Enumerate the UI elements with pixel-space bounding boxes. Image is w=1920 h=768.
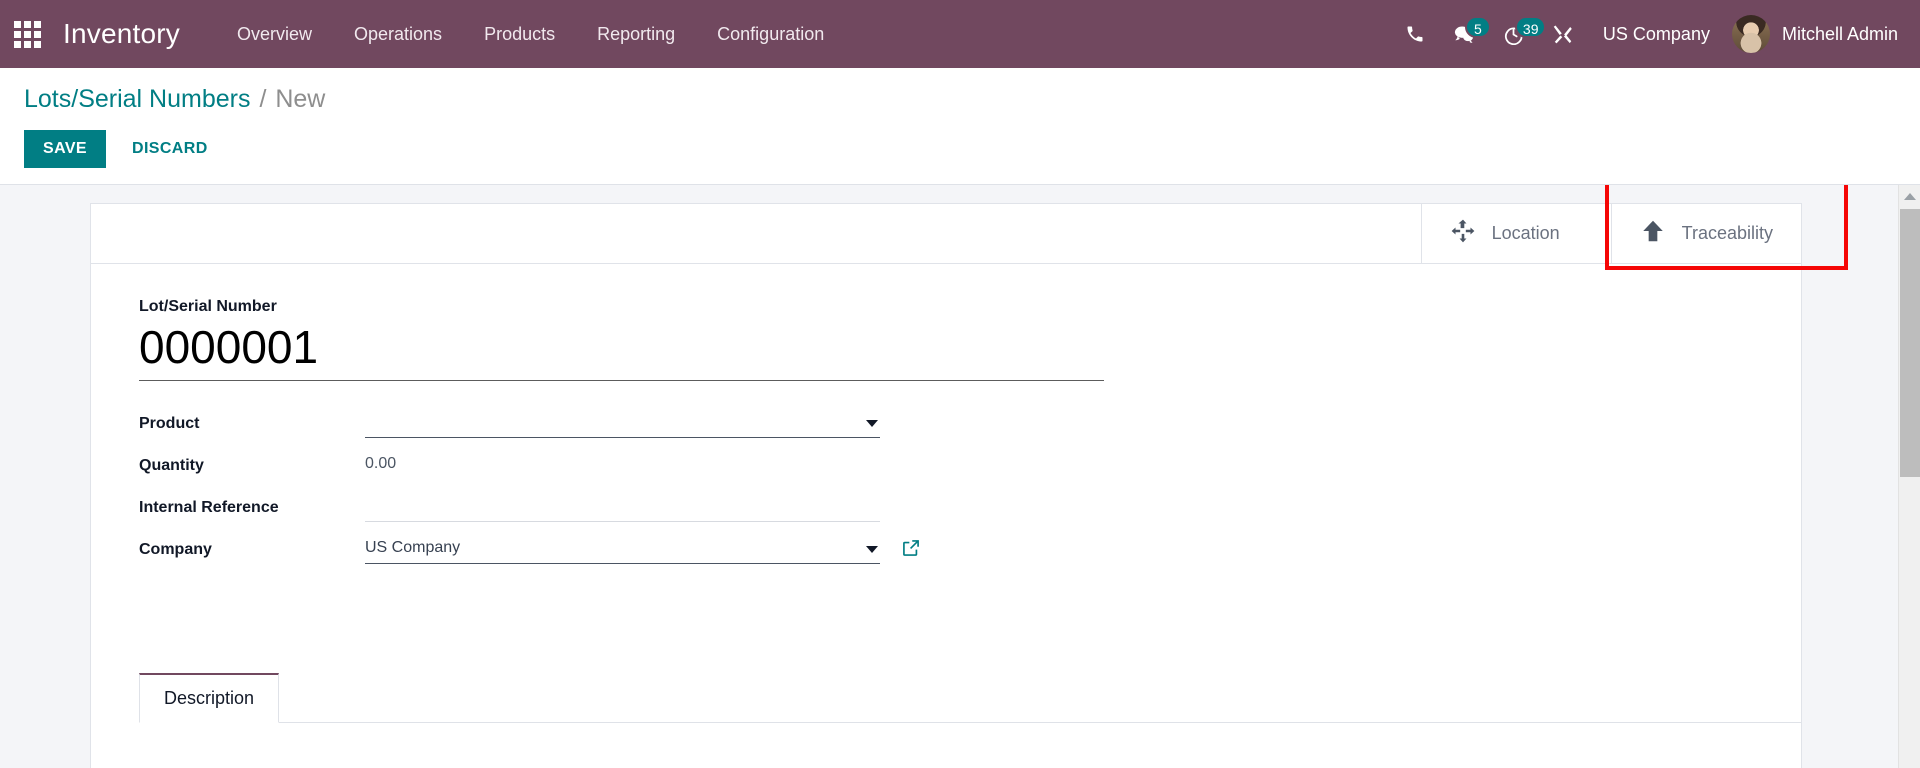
debug-tools-icon[interactable] bbox=[1538, 14, 1587, 55]
arrows-move-icon bbox=[1450, 218, 1476, 249]
menu-item-products[interactable]: Products bbox=[463, 0, 576, 69]
field-row-quantity: Quantity 0.00 bbox=[139, 451, 1801, 493]
internal-reference-control bbox=[365, 493, 880, 522]
notebook: Description bbox=[91, 673, 1801, 723]
scroll-down-icon[interactable] bbox=[1899, 763, 1920, 768]
messages-icon[interactable]: 5 bbox=[1439, 14, 1491, 54]
form-body: Lot/Serial Number Product Quantity 0.00 bbox=[91, 264, 1801, 577]
phone-icon[interactable] bbox=[1391, 14, 1439, 54]
lot-serial-number-label: Lot/Serial Number bbox=[139, 298, 277, 315]
internal-reference-label: Internal Reference bbox=[139, 499, 279, 516]
field-row-company: Company bbox=[139, 535, 1801, 577]
app-brand-title[interactable]: Inventory bbox=[63, 18, 180, 50]
stat-button-box: Location Traceability bbox=[91, 185, 1848, 270]
menu-item-operations[interactable]: Operations bbox=[333, 0, 463, 69]
company-control bbox=[365, 535, 919, 564]
content-area: Location Traceability Lot/Serial Number bbox=[0, 184, 1920, 768]
company-label: Company bbox=[139, 541, 212, 558]
arrow-up-icon bbox=[1640, 218, 1666, 249]
field-row-internal-reference: Internal Reference bbox=[139, 493, 1801, 535]
field-row-product: Product bbox=[139, 409, 1801, 451]
stat-button-traceability-label: Traceability bbox=[1681, 223, 1773, 243]
company-switcher[interactable]: US Company bbox=[1587, 24, 1728, 45]
navbar-right-zone: 5 39 US Company Mitchell Admin bbox=[1391, 14, 1920, 55]
control-panel: Lots/Serial Numbers / New SAVE DISCARD bbox=[0, 68, 1920, 184]
stat-button-location[interactable]: Location bbox=[1420, 204, 1611, 263]
messages-badge: 5 bbox=[1464, 16, 1491, 38]
avatar bbox=[1731, 15, 1770, 53]
chevron-down-icon[interactable] bbox=[866, 546, 878, 553]
menu-item-overview[interactable]: Overview bbox=[216, 0, 333, 69]
company-input[interactable] bbox=[365, 535, 880, 564]
breadcrumb-root-link[interactable]: Lots/Serial Numbers bbox=[24, 85, 250, 113]
external-link-icon[interactable] bbox=[901, 538, 921, 563]
discard-button[interactable]: DISCARD bbox=[114, 130, 226, 168]
tab-description[interactable]: Description bbox=[139, 673, 280, 723]
stat-button-traceability-wrapper: Traceability bbox=[1604, 185, 1848, 270]
scrollbar-thumb[interactable] bbox=[1900, 209, 1920, 477]
vertical-scrollbar[interactable] bbox=[1898, 185, 1920, 768]
form-field-grid: Product Quantity 0.00 Internal Reference bbox=[139, 409, 1801, 577]
user-menu[interactable]: Mitchell Admin bbox=[1728, 15, 1898, 53]
lot-serial-number-input[interactable] bbox=[139, 318, 1104, 381]
product-control bbox=[365, 409, 880, 438]
internal-reference-input[interactable] bbox=[365, 493, 880, 522]
stat-button-location-label: Location bbox=[1491, 223, 1560, 243]
breadcrumb-current: New bbox=[275, 85, 326, 113]
stat-button-traceability[interactable]: Traceability bbox=[1610, 204, 1801, 263]
product-input[interactable] bbox=[365, 409, 880, 438]
main-menu: Overview Operations Products Reporting C… bbox=[216, 0, 845, 69]
form-sheet: Location Traceability Lot/Serial Number bbox=[90, 185, 1848, 768]
record-actions: SAVE DISCARD bbox=[24, 130, 1920, 184]
apps-grid-icon[interactable] bbox=[14, 20, 41, 48]
quantity-control: 0.00 bbox=[365, 451, 880, 480]
chevron-down-icon[interactable] bbox=[866, 420, 878, 427]
save-button[interactable]: SAVE bbox=[24, 130, 106, 168]
breadcrumb-separator: / bbox=[259, 85, 267, 113]
menu-item-configuration[interactable]: Configuration bbox=[696, 0, 845, 69]
top-navbar: Inventory Overview Operations Products R… bbox=[0, 0, 1920, 68]
quantity-label: Quantity bbox=[139, 457, 204, 474]
menu-item-reporting[interactable]: Reporting bbox=[576, 0, 696, 69]
scroll-up-icon[interactable] bbox=[1899, 185, 1920, 207]
activities-clock-icon[interactable]: 39 bbox=[1489, 14, 1547, 55]
quantity-value: 0.00 bbox=[365, 455, 397, 472]
user-name-label: Mitchell Admin bbox=[1781, 23, 1898, 44]
notebook-tabs: Description bbox=[139, 673, 1801, 723]
product-label: Product bbox=[139, 415, 200, 432]
breadcrumb: Lots/Serial Numbers / New bbox=[24, 84, 1920, 114]
